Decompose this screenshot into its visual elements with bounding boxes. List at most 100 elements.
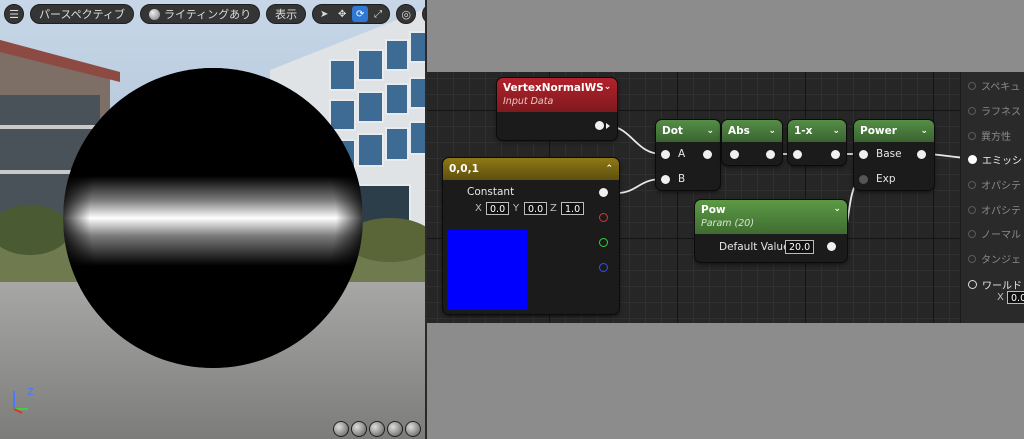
cylinder-preview-icon[interactable] xyxy=(333,421,349,437)
material-input-emissive[interactable]: エミッシ xyxy=(968,152,1022,167)
y-value-field[interactable]: 0.0 xyxy=(524,202,548,215)
material-graph-canvas[interactable]: VertexNormalWS Input Data ⌄ 0,0,1 ⌃ Cons… xyxy=(427,72,1024,323)
dot-pin-a[interactable] xyxy=(661,150,670,159)
chevron-down-icon[interactable]: ⌄ xyxy=(920,126,928,136)
input-pin-icon xyxy=(968,229,976,238)
one-minus-title: 1-x xyxy=(794,125,813,137)
input-pin-icon xyxy=(968,254,976,263)
one-minus-output-pin[interactable] xyxy=(831,150,840,159)
power-output-pin[interactable] xyxy=(917,150,926,159)
chevron-down-icon[interactable]: ⌄ xyxy=(768,126,776,136)
x-value-field[interactable]: 0.0 xyxy=(486,202,510,215)
input-pin-icon xyxy=(968,180,976,189)
sphere-preview-icon[interactable] xyxy=(351,421,367,437)
material-preview-viewport[interactable]: ☰ パースペクティブ ライティングあり 表示 ➤ ✥ ⟳ ⤢ ◎ » Z xyxy=(0,0,427,439)
dot-pin-a-label: A xyxy=(678,148,686,160)
lighting-mode-button[interactable]: ライティングあり xyxy=(140,4,261,24)
default-value-field[interactable]: 20.0 xyxy=(785,240,815,254)
scale-icon[interactable]: ⤢ xyxy=(370,6,386,22)
dot-node[interactable]: Dot ⌄ A B xyxy=(656,120,720,190)
pow-param-title: Pow xyxy=(701,204,726,216)
power-exp-pin[interactable] xyxy=(859,175,868,184)
vertex-normal-ws-subtitle: Input Data xyxy=(503,96,554,107)
constant-label: Constant xyxy=(467,186,515,198)
input-pin-icon xyxy=(968,106,976,115)
sphere-icon xyxy=(149,8,161,20)
chevron-down-icon[interactable]: ⌄ xyxy=(706,126,714,136)
y-label: Y xyxy=(513,203,520,214)
abs-node[interactable]: Abs ⌄ xyxy=(722,120,782,165)
one-minus-node[interactable]: 1-x ⌄ xyxy=(788,120,846,165)
globe-icon[interactable]: ◎ xyxy=(396,4,417,24)
power-title: Power xyxy=(860,125,897,137)
pow-param-node[interactable]: Pow Param (20) ⌄ Default Value 20.0 xyxy=(695,200,847,262)
abs-input-pin[interactable] xyxy=(730,150,739,159)
material-input-anisotropy[interactable]: 異方性 xyxy=(968,128,1011,143)
select-cursor-icon[interactable]: ➤ xyxy=(316,6,332,22)
dot-pin-b[interactable] xyxy=(661,175,670,184)
material-input-world-offset[interactable]: ワールド xyxy=(968,277,1022,292)
input-pin-icon xyxy=(968,155,977,164)
more-chevron-icon[interactable]: » xyxy=(422,4,425,24)
power-base-label: Base xyxy=(876,148,902,160)
material-input-tangent[interactable]: タンジェ xyxy=(968,251,1021,266)
material-result-node[interactable]: スペキュ ラフネス 異方性 エミッシ オパシテ オパシテ ノーマル タンジェ ワ… xyxy=(960,72,1024,323)
power-base-pin[interactable] xyxy=(859,150,868,159)
teapot-preview-icon[interactable] xyxy=(405,421,421,437)
preview-scene xyxy=(0,0,425,439)
color-swatch xyxy=(447,229,527,309)
show-button[interactable]: 表示 xyxy=(266,4,307,24)
input-pin-icon xyxy=(968,131,976,140)
chevron-up-icon[interactable]: ⌃ xyxy=(605,164,613,174)
vertex-normal-ws-title: VertexNormalWS xyxy=(503,82,604,94)
pow-param-subtitle: Param (20) xyxy=(701,218,755,229)
z-value-field[interactable]: 1.0 xyxy=(561,202,585,215)
hamburger-menu-icon[interactable]: ☰ xyxy=(4,4,24,24)
move-icon[interactable]: ✥ xyxy=(334,6,350,22)
abs-header[interactable]: Abs ⌄ xyxy=(722,120,782,142)
chevron-down-icon[interactable]: ⌄ xyxy=(833,204,841,214)
dot-title: Dot xyxy=(662,125,683,137)
input-pin-icon xyxy=(968,81,976,90)
transform-tools: ➤ ✥ ⟳ ⤢ xyxy=(312,4,391,24)
constant-vector-node[interactable]: 0,0,1 ⌃ Constant X 0.0 Y 0.0 Z 1.0 xyxy=(443,158,619,314)
constant-b-pin[interactable] xyxy=(599,263,608,272)
constant-vector-header[interactable]: 0,0,1 ⌃ xyxy=(443,158,619,180)
vertex-normal-ws-header[interactable]: VertexNormalWS Input Data ⌄ xyxy=(497,78,617,112)
cube-preview-icon[interactable] xyxy=(387,421,403,437)
output-arrow-icon xyxy=(606,123,610,129)
dot-pin-b-label: B xyxy=(678,173,686,185)
plane-preview-icon[interactable] xyxy=(369,421,385,437)
abs-output-pin[interactable] xyxy=(766,150,775,159)
lighting-mode-label: ライティングあり xyxy=(164,8,252,21)
constant-r-pin[interactable] xyxy=(599,213,608,222)
pow-param-header[interactable]: Pow Param (20) ⌄ xyxy=(695,200,847,234)
material-input-opacity-mask[interactable]: オパシテ xyxy=(968,202,1021,217)
vertex-normal-output-pin[interactable] xyxy=(595,121,604,130)
one-minus-header[interactable]: 1-x ⌄ xyxy=(788,120,846,142)
rotate-icon[interactable]: ⟳ xyxy=(352,6,369,22)
chevron-down-icon[interactable]: ⌄ xyxy=(832,126,840,136)
constant-g-pin[interactable] xyxy=(599,238,608,247)
vertex-normal-ws-node[interactable]: VertexNormalWS Input Data ⌄ xyxy=(497,78,617,140)
dot-header[interactable]: Dot ⌄ xyxy=(656,120,720,142)
perspective-button[interactable]: パースペクティブ xyxy=(30,4,135,24)
dot-output-pin[interactable] xyxy=(703,150,712,159)
material-input-roughness[interactable]: ラフネス xyxy=(968,103,1021,118)
pow-param-output-pin[interactable] xyxy=(827,242,836,251)
world-x-field[interactable]: 0.0 xyxy=(1007,291,1024,304)
material-input-normal[interactable]: ノーマル xyxy=(968,226,1021,241)
constant-output-pin[interactable] xyxy=(599,188,608,197)
z-label: Z xyxy=(550,203,557,214)
power-exp-label: Exp xyxy=(876,173,896,185)
input-pin-icon xyxy=(968,205,976,214)
power-header[interactable]: Power ⌄ xyxy=(854,120,934,142)
x-label: X xyxy=(475,203,482,214)
material-input-opacity[interactable]: オパシテ xyxy=(968,177,1021,192)
one-minus-input-pin[interactable] xyxy=(793,150,802,159)
chevron-down-icon[interactable]: ⌄ xyxy=(604,82,612,92)
preview-shape-selector xyxy=(333,421,421,437)
default-value-label: Default Value xyxy=(719,241,790,253)
material-input-specular[interactable]: スペキュ xyxy=(968,78,1020,93)
power-node[interactable]: Power ⌄ Base Exp xyxy=(854,120,934,190)
